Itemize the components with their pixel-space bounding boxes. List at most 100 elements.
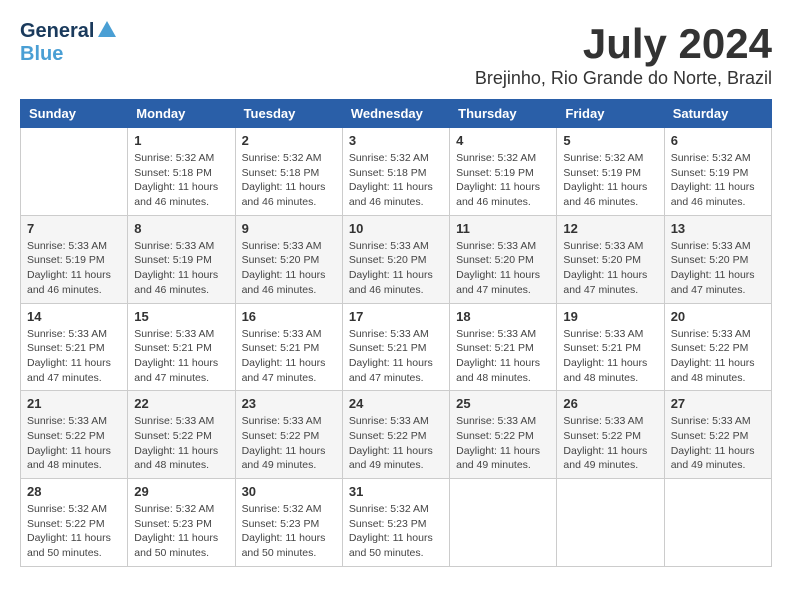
day-info: Sunrise: 5:33 AM Sunset: 5:21 PM Dayligh… [456, 327, 550, 386]
calendar-cell: 10 Sunrise: 5:33 AM Sunset: 5:20 PM Dayli… [342, 215, 449, 303]
calendar-cell: 22Sunrise: 5:33 AM Sunset: 5:22 PM Dayli… [128, 391, 235, 479]
day-info: Sunrise: 5:33 AM Sunset: 5:20 PM Dayligh… [563, 239, 657, 298]
day-number: 11 [456, 221, 550, 236]
calendar-cell: 17Sunrise: 5:33 AM Sunset: 5:21 PM Dayli… [342, 303, 449, 391]
logo-general: General [20, 20, 94, 43]
calendar-cell: 3 Sunrise: 5:32 AM Sunset: 5:18 PM Daylig… [342, 128, 449, 216]
day-number: 10 [349, 221, 443, 236]
day-info: Sunrise: 5:33 AM Sunset: 5:19 PM Dayligh… [27, 239, 121, 298]
day-number: 15 [134, 309, 228, 324]
day-info: Sunrise: 5:33 AM Sunset: 5:22 PM Dayligh… [349, 414, 443, 473]
day-info: Sunrise: 5:33 AM Sunset: 5:22 PM Dayligh… [27, 414, 121, 473]
day-info: Sunrise: 5:33 AM Sunset: 5:20 PM Dayligh… [671, 239, 765, 298]
calendar-cell: 13 Sunrise: 5:33 AM Sunset: 5:20 PM Dayli… [664, 215, 771, 303]
calendar-table: SundayMondayTuesdayWednesdayThursdayFrid… [20, 99, 772, 567]
day-number: 24 [349, 396, 443, 411]
calendar-cell [664, 479, 771, 567]
day-number: 12 [563, 221, 657, 236]
day-info: Sunrise: 5:32 AM Sunset: 5:23 PM Dayligh… [134, 502, 228, 561]
calendar-cell: 1Sunrise: 5:32 AM Sunset: 5:18 PM Daylig… [128, 128, 235, 216]
day-info: Sunrise: 5:32 AM Sunset: 5:19 PM Dayligh… [456, 151, 550, 210]
calendar-cell: 31 Sunrise: 5:32 AM Sunset: 5:23 PM Dayli… [342, 479, 449, 567]
day-number: 9 [242, 221, 336, 236]
logo-icon [96, 19, 118, 41]
calendar-cell [557, 479, 664, 567]
weekday-wednesday: Wednesday [342, 100, 449, 128]
day-info: Sunrise: 5:33 AM Sunset: 5:22 PM Dayligh… [242, 414, 336, 473]
day-number: 8 [134, 221, 228, 236]
weekday-tuesday: Tuesday [235, 100, 342, 128]
calendar-cell: 21 Sunrise: 5:33 AM Sunset: 5:22 PM Dayli… [21, 391, 128, 479]
day-info: Sunrise: 5:32 AM Sunset: 5:19 PM Dayligh… [563, 151, 657, 210]
calendar-cell: 14Sunrise: 5:33 AM Sunset: 5:21 PM Dayli… [21, 303, 128, 391]
week-row-4: 21 Sunrise: 5:33 AM Sunset: 5:22 PM Dayli… [21, 391, 772, 479]
day-number: 31 [349, 484, 443, 499]
calendar-cell: 18 Sunrise: 5:33 AM Sunset: 5:21 PM Dayli… [450, 303, 557, 391]
day-number: 27 [671, 396, 765, 411]
logo: General Blue [20, 20, 118, 66]
day-number: 30 [242, 484, 336, 499]
calendar-cell: 2Sunrise: 5:32 AM Sunset: 5:18 PM Daylig… [235, 128, 342, 216]
day-info: Sunrise: 5:33 AM Sunset: 5:21 PM Dayligh… [563, 327, 657, 386]
calendar-cell: 28Sunrise: 5:32 AM Sunset: 5:22 PM Dayli… [21, 479, 128, 567]
calendar-cell: 6Sunrise: 5:32 AM Sunset: 5:19 PM Daylig… [664, 128, 771, 216]
day-number: 23 [242, 396, 336, 411]
calendar-cell: 5Sunrise: 5:32 AM Sunset: 5:19 PM Daylig… [557, 128, 664, 216]
month-title: July 2024 [475, 20, 772, 68]
day-number: 16 [242, 309, 336, 324]
day-number: 13 [671, 221, 765, 236]
calendar-cell: 27 Sunrise: 5:33 AM Sunset: 5:22 PM Dayli… [664, 391, 771, 479]
day-info: Sunrise: 5:33 AM Sunset: 5:22 PM Dayligh… [671, 414, 765, 473]
day-number: 2 [242, 133, 336, 148]
calendar-cell: 11Sunrise: 5:33 AM Sunset: 5:20 PM Dayli… [450, 215, 557, 303]
calendar-cell: 29 Sunrise: 5:32 AM Sunset: 5:23 PM Dayli… [128, 479, 235, 567]
weekday-header-row: SundayMondayTuesdayWednesdayThursdayFrid… [21, 100, 772, 128]
day-info: Sunrise: 5:32 AM Sunset: 5:18 PM Dayligh… [134, 151, 228, 210]
logo-blue: Blue [20, 43, 63, 65]
day-number: 28 [27, 484, 121, 499]
weekday-monday: Monday [128, 100, 235, 128]
calendar-cell: 20Sunrise: 5:33 AM Sunset: 5:22 PM Dayli… [664, 303, 771, 391]
day-number: 21 [27, 396, 121, 411]
day-number: 25 [456, 396, 550, 411]
day-info: Sunrise: 5:33 AM Sunset: 5:22 PM Dayligh… [563, 414, 657, 473]
day-number: 26 [563, 396, 657, 411]
calendar-cell: 7 Sunrise: 5:33 AM Sunset: 5:19 PM Daylig… [21, 215, 128, 303]
day-number: 18 [456, 309, 550, 324]
day-number: 4 [456, 133, 550, 148]
day-number: 29 [134, 484, 228, 499]
location-title: Brejinho, Rio Grande do Norte, Brazil [475, 68, 772, 89]
weekday-thursday: Thursday [450, 100, 557, 128]
weekday-sunday: Sunday [21, 100, 128, 128]
calendar-cell: 19 Sunrise: 5:33 AM Sunset: 5:21 PM Dayli… [557, 303, 664, 391]
calendar-cell: 16Sunrise: 5:33 AM Sunset: 5:21 PM Dayli… [235, 303, 342, 391]
calendar-cell [450, 479, 557, 567]
day-number: 3 [349, 133, 443, 148]
calendar-cell [21, 128, 128, 216]
day-info: Sunrise: 5:33 AM Sunset: 5:19 PM Dayligh… [134, 239, 228, 298]
calendar-cell: 9Sunrise: 5:33 AM Sunset: 5:20 PM Daylig… [235, 215, 342, 303]
day-info: Sunrise: 5:32 AM Sunset: 5:19 PM Dayligh… [671, 151, 765, 210]
week-row-5: 28Sunrise: 5:32 AM Sunset: 5:22 PM Dayli… [21, 479, 772, 567]
day-info: Sunrise: 5:33 AM Sunset: 5:21 PM Dayligh… [349, 327, 443, 386]
weekday-friday: Friday [557, 100, 664, 128]
day-info: Sunrise: 5:33 AM Sunset: 5:22 PM Dayligh… [456, 414, 550, 473]
day-info: Sunrise: 5:33 AM Sunset: 5:21 PM Dayligh… [27, 327, 121, 386]
calendar-cell: 15 Sunrise: 5:33 AM Sunset: 5:21 PM Dayli… [128, 303, 235, 391]
calendar-cell: 12 Sunrise: 5:33 AM Sunset: 5:20 PM Dayli… [557, 215, 664, 303]
calendar-cell: 24 Sunrise: 5:33 AM Sunset: 5:22 PM Dayli… [342, 391, 449, 479]
week-row-3: 14Sunrise: 5:33 AM Sunset: 5:21 PM Dayli… [21, 303, 772, 391]
day-number: 19 [563, 309, 657, 324]
day-info: Sunrise: 5:32 AM Sunset: 5:23 PM Dayligh… [349, 502, 443, 561]
day-info: Sunrise: 5:33 AM Sunset: 5:22 PM Dayligh… [134, 414, 228, 473]
day-info: Sunrise: 5:33 AM Sunset: 5:20 PM Dayligh… [349, 239, 443, 298]
week-row-1: 1Sunrise: 5:32 AM Sunset: 5:18 PM Daylig… [21, 128, 772, 216]
day-info: Sunrise: 5:32 AM Sunset: 5:18 PM Dayligh… [349, 151, 443, 210]
calendar-cell: 8 Sunrise: 5:33 AM Sunset: 5:19 PM Daylig… [128, 215, 235, 303]
page-header: General Blue July 2024 Brejinho, Rio Gra… [20, 20, 772, 89]
day-number: 7 [27, 221, 121, 236]
day-info: Sunrise: 5:33 AM Sunset: 5:21 PM Dayligh… [134, 327, 228, 386]
calendar-cell: 25 Sunrise: 5:33 AM Sunset: 5:22 PM Dayli… [450, 391, 557, 479]
calendar-cell: 23 Sunrise: 5:33 AM Sunset: 5:22 PM Dayli… [235, 391, 342, 479]
week-row-2: 7 Sunrise: 5:33 AM Sunset: 5:19 PM Daylig… [21, 215, 772, 303]
